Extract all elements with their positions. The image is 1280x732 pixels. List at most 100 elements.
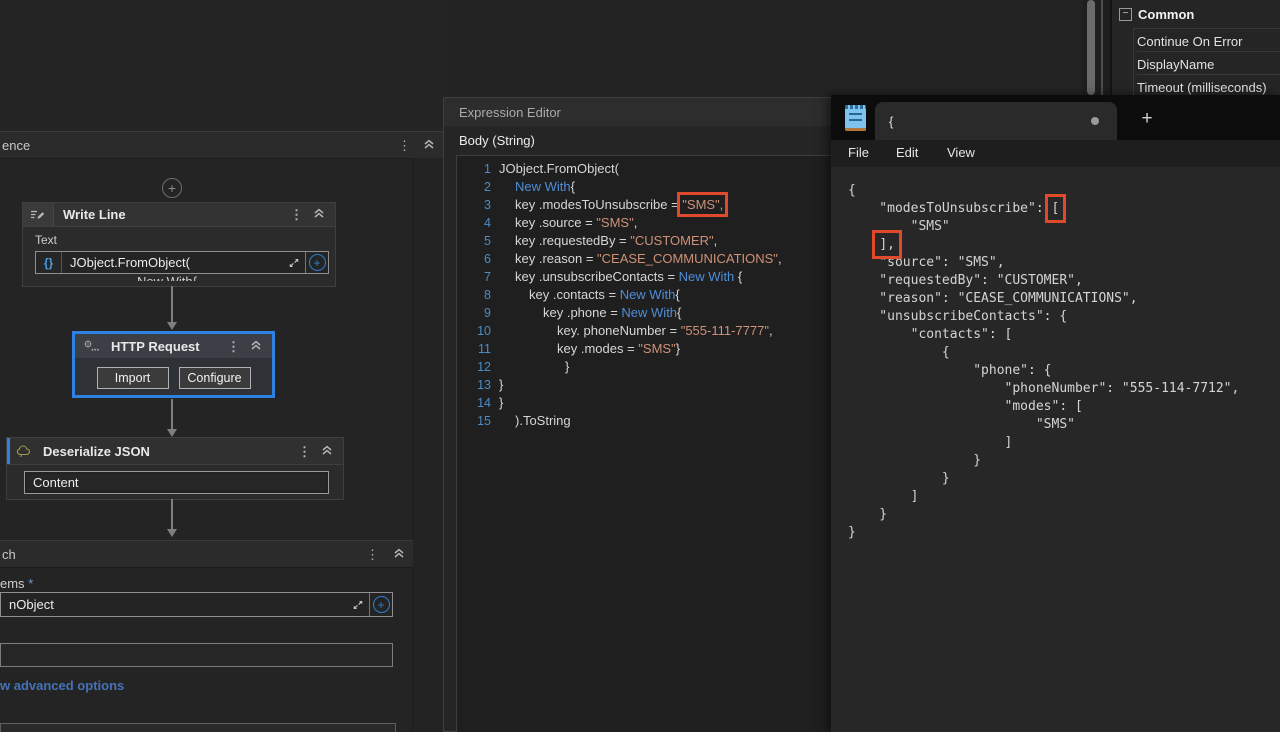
property-row[interactable]: DisplayName xyxy=(1137,57,1214,72)
json-line: "phone": { xyxy=(848,362,1280,380)
scrollbar-thumb[interactable] xyxy=(1087,0,1095,95)
flow-arrowhead xyxy=(167,529,177,537)
menu-file[interactable]: File xyxy=(848,145,869,160)
sequence-header[interactable]: ence ⋮ xyxy=(0,131,443,159)
code-text: key. phoneNumber = "555-111-7777", xyxy=(499,322,773,340)
flow-connector xyxy=(171,499,173,529)
menu-view[interactable]: View xyxy=(947,145,975,160)
json-text: } xyxy=(848,471,950,486)
kebab-menu-icon[interactable]: ⋮ xyxy=(227,340,240,353)
advanced-options-link[interactable]: w advanced options xyxy=(0,678,124,693)
code-text: key .modes = "SMS"} xyxy=(499,340,680,358)
code-line: 1JObject.FromObject( xyxy=(457,160,838,178)
json-text: "modesToUnsubscribe": xyxy=(848,201,1052,216)
notepad-tab[interactable]: { xyxy=(875,102,1117,140)
plus-icon: + xyxy=(168,181,176,195)
kebab-menu-icon[interactable]: ⋮ xyxy=(398,139,411,152)
line-number: 8 xyxy=(457,286,491,304)
line-number: 5 xyxy=(457,232,491,250)
json-line: "contacts": [ xyxy=(848,326,1280,344)
collapse-box-icon[interactable]: − xyxy=(1119,8,1132,21)
activity-deserialize-json[interactable]: Deserialize JSON ⋮ Content xyxy=(6,437,344,500)
notepad-content[interactable]: { "modesToUnsubscribe": [ "SMS" ], "sour… xyxy=(831,167,1280,732)
expand-editor-icon[interactable] xyxy=(283,252,305,273)
json-text: "requestedBy": "CUSTOMER", xyxy=(848,273,1083,288)
menu-edit[interactable]: Edit xyxy=(896,145,918,160)
text-field-label: Text xyxy=(35,233,329,247)
code-token: { xyxy=(734,269,742,284)
json-line: { xyxy=(848,344,1280,362)
notepad-titlebar[interactable]: { + xyxy=(831,95,1280,140)
import-button[interactable]: Import xyxy=(97,367,169,389)
line-number: 12 xyxy=(457,358,491,376)
property-row[interactable]: Continue On Error xyxy=(1137,34,1243,49)
json-text: "source": "SMS", xyxy=(848,255,1005,270)
for-each-header[interactable]: ch ⋮ xyxy=(0,540,413,568)
designer-scrollbar-track[interactable] xyxy=(412,158,444,732)
unsaved-indicator-icon[interactable] xyxy=(1091,117,1099,125)
panel-splitter[interactable] xyxy=(1101,0,1103,95)
kebab-menu-icon[interactable]: ⋮ xyxy=(290,208,303,221)
add-variable-button[interactable]: + xyxy=(305,252,328,273)
code-token: { xyxy=(675,287,679,302)
kebab-menu-icon[interactable]: ⋮ xyxy=(298,445,311,458)
deserialize-json-header[interactable]: Deserialize JSON ⋮ xyxy=(7,438,343,465)
grid-line xyxy=(1133,28,1134,95)
collapse-chevron-icon[interactable] xyxy=(393,547,405,562)
json-text: "reason": "CEASE_COMMUNICATIONS", xyxy=(848,291,1138,306)
text-expression-input[interactable]: {} JObject.FromObject( + xyxy=(35,251,329,274)
line-number: 10 xyxy=(457,322,491,340)
new-tab-button[interactable]: + xyxy=(1131,103,1163,135)
json-line: { xyxy=(848,182,1280,200)
http-request-header[interactable]: HTTP Request ⋮ xyxy=(75,334,272,358)
collapse-chevron-icon[interactable] xyxy=(321,444,333,459)
code-token: New With xyxy=(620,287,676,302)
designer-panel: ence ⋮ + Write Line ⋮ xyxy=(0,0,443,732)
scrollbar[interactable] xyxy=(1082,0,1110,95)
property-row[interactable]: Timeout (milliseconds) xyxy=(1137,80,1267,95)
line-number: 11 xyxy=(457,340,491,358)
content-input[interactable]: Content xyxy=(24,471,329,494)
line-number: 7 xyxy=(457,268,491,286)
line-number: 14 xyxy=(457,394,491,412)
highlight-box: [ xyxy=(1052,201,1060,216)
section-common[interactable]: − Common xyxy=(1112,0,1280,28)
code-line: 9key .phone = New With{ xyxy=(457,304,838,322)
code-text: ).ToString xyxy=(499,412,571,430)
empty-input[interactable] xyxy=(0,643,393,667)
write-line-header[interactable]: Write Line ⋮ xyxy=(23,203,335,227)
json-text: "phoneNumber": "555-114-7712", xyxy=(848,381,1239,396)
code-text: key .contacts = New With{ xyxy=(499,286,680,304)
add-variable-button[interactable]: + xyxy=(369,593,392,616)
items-expression-input[interactable]: nObject + xyxy=(0,592,393,617)
section-title: Common xyxy=(1138,7,1194,22)
line-number: 2 xyxy=(457,178,491,196)
code-token: New With xyxy=(515,179,571,194)
braces-icon: {} xyxy=(36,252,62,273)
items-value[interactable]: nObject xyxy=(1,593,347,616)
collapse-chevron-icon[interactable] xyxy=(250,339,262,354)
activity-title: HTTP Request xyxy=(107,339,227,354)
add-activity-button[interactable]: + xyxy=(162,178,182,198)
code-token: , xyxy=(778,251,782,266)
json-line: "unsubscribeContacts": { xyxy=(848,308,1280,326)
expand-editor-icon[interactable] xyxy=(347,593,369,616)
code-token: { xyxy=(677,305,681,320)
activity-http-request[interactable]: HTTP Request ⋮ Import Configure xyxy=(72,331,275,398)
expression-editor-window: Expression Editor Body (String) 1JObject… xyxy=(443,97,840,732)
activity-write-line[interactable]: Write Line ⋮ Text {} JObject.FromObject(… xyxy=(22,202,336,287)
configure-button[interactable]: Configure xyxy=(179,367,251,389)
json-text: } xyxy=(848,525,856,540)
expression-value[interactable]: JObject.FromObject( xyxy=(62,252,283,273)
code-token: key .unsubscribeContacts = xyxy=(515,269,679,284)
kebab-menu-icon[interactable]: ⋮ xyxy=(366,548,379,561)
code-editor[interactable]: 1JObject.FromObject(2New With{3key .mode… xyxy=(456,155,839,732)
json-line: ], xyxy=(848,236,1280,254)
content-value: Content xyxy=(33,475,79,490)
collapse-chevron-icon[interactable] xyxy=(423,138,435,153)
collapse-chevron-icon[interactable] xyxy=(313,207,325,222)
expression-editor-titlebar[interactable]: Expression Editor xyxy=(444,98,839,127)
code-line: 15).ToString xyxy=(457,412,838,430)
code-token: } xyxy=(499,395,503,410)
code-line: 4key .source = "SMS", xyxy=(457,214,838,232)
